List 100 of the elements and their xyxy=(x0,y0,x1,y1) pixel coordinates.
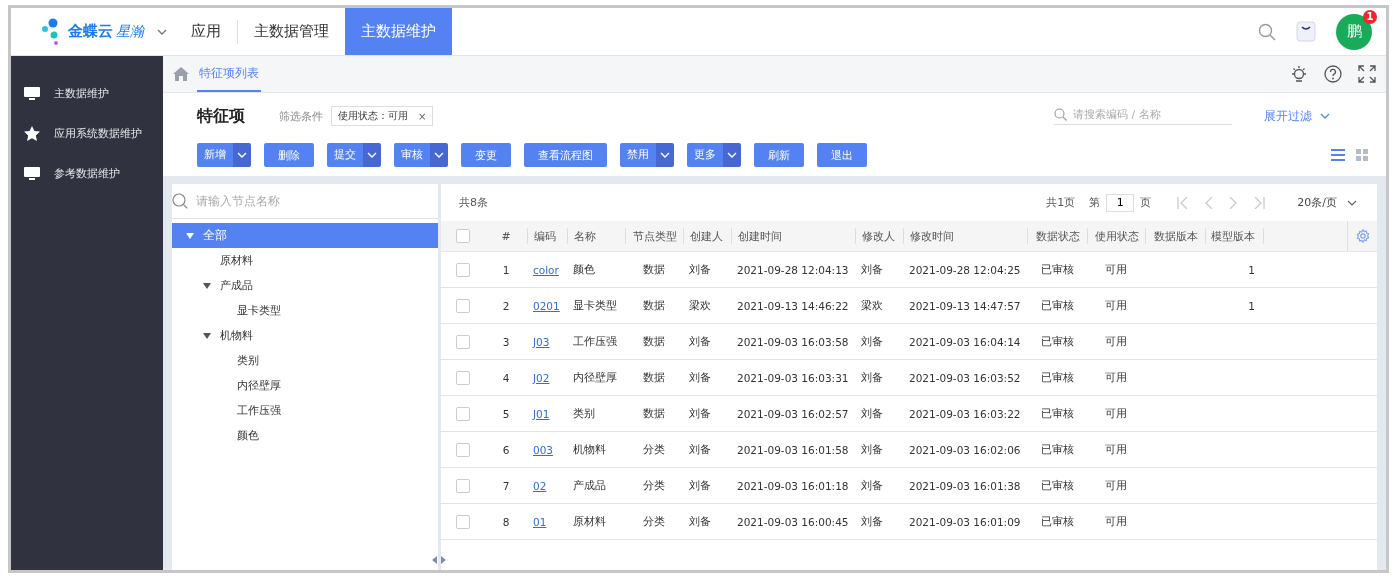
code-link[interactable]: 003 xyxy=(533,443,554,456)
table-cell: 梁欢 xyxy=(689,298,711,313)
sidebar-item[interactable]: 应用系统数据维护 xyxy=(54,126,142,141)
nav-tab[interactable]: 主数据维护 xyxy=(345,8,452,55)
code-link[interactable]: 0201 xyxy=(533,299,560,312)
nav-tab[interactable]: 应用 xyxy=(175,8,237,55)
logo-brand: 金蝶云 xyxy=(68,22,113,41)
table-cell: 6 xyxy=(502,443,510,456)
tree-node[interactable]: 显卡类型 xyxy=(172,298,438,323)
table-cell: 2021-09-03 16:04:14 xyxy=(909,335,1021,348)
table-cell: 刘备 xyxy=(861,514,883,529)
last-page-icon[interactable] xyxy=(1253,196,1266,209)
tree-node[interactable]: 产成品 xyxy=(172,273,438,298)
page-input[interactable]: 1 xyxy=(1106,193,1135,212)
tree-node[interactable]: 颜色 xyxy=(172,423,438,448)
help-icon[interactable] xyxy=(1324,65,1342,83)
table-cell: 刘备 xyxy=(861,442,883,457)
row-checkbox[interactable] xyxy=(456,442,470,457)
table-cell: 刘备 xyxy=(689,514,711,529)
table-cell: 数据 xyxy=(643,298,665,313)
splitter-handle-icon[interactable] xyxy=(432,556,446,564)
fullscreen-icon[interactable] xyxy=(1358,65,1376,83)
table-cell: 分类 xyxy=(643,442,665,457)
search-icon[interactable] xyxy=(1258,22,1276,41)
home-icon[interactable] xyxy=(173,67,189,81)
row-checkbox[interactable] xyxy=(456,370,470,385)
close-icon[interactable]: × xyxy=(418,110,427,122)
code-link[interactable]: 01 xyxy=(533,515,547,528)
column-header[interactable]: 名称 xyxy=(574,228,596,244)
column-header[interactable]: 节点类型 xyxy=(632,228,677,244)
column-header[interactable]: 数据版本 xyxy=(1153,228,1198,244)
code-link[interactable]: 02 xyxy=(533,479,547,492)
sidebar-item[interactable]: 主数据维护 xyxy=(54,86,109,101)
row-checkbox[interactable] xyxy=(456,334,470,349)
first-page-icon[interactable] xyxy=(1177,196,1190,209)
column-header[interactable]: 模型版本 xyxy=(1211,228,1255,244)
row-checkbox[interactable] xyxy=(456,298,470,313)
table-cell: 显卡类型 xyxy=(573,298,617,313)
expand-filter-link[interactable]: 展开过滤 xyxy=(1264,107,1330,125)
row-checkbox[interactable] xyxy=(456,478,470,493)
table-cell: 2021-09-03 16:02:06 xyxy=(909,443,1021,456)
tree-node[interactable]: 原材料 xyxy=(172,248,438,273)
table-cell: 已审核 xyxy=(1040,514,1074,529)
row-checkbox[interactable] xyxy=(456,406,470,421)
column-header[interactable]: 使用状态 xyxy=(1094,228,1139,244)
table-cell: 2021-09-13 14:47:57 xyxy=(909,299,1021,312)
caret-icon[interactable] xyxy=(157,28,167,35)
table-cell: 内径壁厚 xyxy=(573,370,617,385)
table-cell: 可用 xyxy=(1105,514,1127,529)
code-link[interactable]: J01 xyxy=(533,407,550,420)
table-cell: 刘备 xyxy=(689,442,711,457)
table-cell: 刘备 xyxy=(689,334,711,349)
toolbar-button[interactable]: 删除 xyxy=(264,143,314,167)
column-header[interactable]: 创建时间 xyxy=(738,228,782,244)
column-header[interactable]: 编码 xyxy=(534,228,556,244)
column-header[interactable]: 数据状态 xyxy=(1035,228,1080,244)
tree-node[interactable]: 全部 xyxy=(172,223,438,248)
bag-icon[interactable] xyxy=(1296,20,1316,43)
table-cell: 颜色 xyxy=(573,262,595,277)
toolbar-button[interactable]: 查看流程图 xyxy=(524,143,607,167)
settings-icon[interactable] xyxy=(1355,229,1370,243)
table-cell: 分类 xyxy=(643,478,665,493)
table-cell: 可用 xyxy=(1105,406,1127,421)
search-icon xyxy=(172,193,188,209)
table-cell: 已审核 xyxy=(1040,370,1074,385)
toolbar-button[interactable]: 退出 xyxy=(817,143,867,167)
column-header[interactable]: 修改人 xyxy=(862,228,895,244)
expand-caret-icon[interactable] xyxy=(203,282,211,289)
page-size-dropdown[interactable]: 20条/页 xyxy=(1297,195,1357,210)
table-cell: 2021-09-03 16:03:52 xyxy=(909,371,1021,384)
toolbar-button[interactable]: 变更 xyxy=(461,143,511,167)
tree-node[interactable]: 机物料 xyxy=(172,323,438,348)
select-all-checkbox[interactable] xyxy=(456,229,470,243)
list-view-icon[interactable] xyxy=(1331,149,1345,161)
column-header[interactable]: 修改时间 xyxy=(910,228,954,244)
grid-view-icon[interactable] xyxy=(1356,149,1368,161)
code-link[interactable]: J02 xyxy=(533,371,550,384)
table-cell: 刘备 xyxy=(861,262,883,277)
row-checkbox[interactable] xyxy=(456,262,470,277)
expand-caret-icon[interactable] xyxy=(186,232,194,239)
bulb-icon[interactable] xyxy=(1290,65,1308,83)
table-cell: 可用 xyxy=(1105,262,1127,277)
table-cell: 2021-09-13 14:46:22 xyxy=(737,299,849,312)
tree-node[interactable]: 工作压强 xyxy=(172,398,438,423)
tree-node[interactable]: 类别 xyxy=(172,348,438,373)
row-checkbox[interactable] xyxy=(456,514,470,529)
code-link[interactable]: color xyxy=(533,263,559,276)
sidebar-item[interactable]: 参考数据维护 xyxy=(54,166,120,181)
previous-page-icon[interactable] xyxy=(1205,196,1214,209)
tree-node[interactable]: 内径壁厚 xyxy=(172,373,438,398)
table-cell: 已审核 xyxy=(1040,442,1074,457)
toolbar-button[interactable]: 刷新 xyxy=(754,143,804,167)
nav-tab[interactable]: 主数据管理 xyxy=(238,8,345,55)
table-cell: 4 xyxy=(502,371,510,384)
code-link[interactable]: J03 xyxy=(533,335,550,348)
column-header[interactable]: # xyxy=(501,229,511,243)
table-cell: 梁欢 xyxy=(861,298,883,313)
column-header[interactable]: 创建人 xyxy=(690,228,723,244)
next-page-icon[interactable] xyxy=(1229,196,1238,209)
expand-caret-icon[interactable] xyxy=(203,332,211,339)
